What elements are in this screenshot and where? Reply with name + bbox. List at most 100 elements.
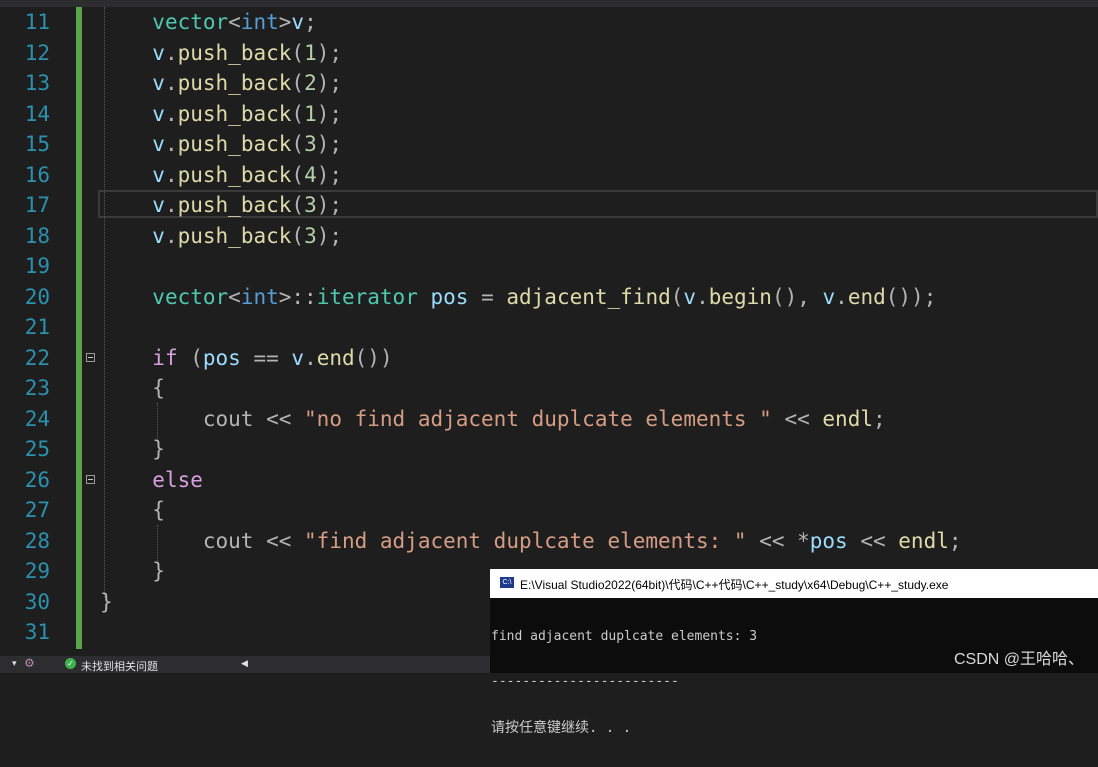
code-token: ; — [948, 528, 962, 553]
line-number: 29 — [24, 559, 50, 583]
code-token: push_back — [177, 71, 292, 95]
code-token: push_back — [177, 162, 292, 187]
code-token: vector — [152, 10, 229, 34]
console-app-icon: C:\ — [500, 577, 514, 588]
code-token: 1 — [304, 40, 317, 65]
code-token: } — [100, 589, 113, 614]
code-line[interactable]: 24 cout << "no find adjacent duplcate el… — [0, 404, 1098, 435]
scroll-left-icon[interactable]: ◀ — [241, 658, 248, 669]
code-text: v.push_back(3); — [127, 129, 342, 159]
code-token: v — [152, 40, 165, 65]
code-line[interactable]: 13 v.push_back(2); — [0, 68, 1098, 99]
console-output-line: find adjacent duplcate elements: 3 — [491, 629, 758, 644]
code-text: cout << "no find adjacent duplcate eleme… — [127, 404, 886, 434]
code-token: else — [152, 467, 203, 492]
code-token: "no find adjacent duplcate elements " — [304, 406, 772, 431]
code-line[interactable]: 26 else — [0, 465, 1098, 496]
code-token: . — [164, 193, 178, 217]
dropdown-arrow-icon[interactable]: ▾ — [12, 658, 17, 669]
code-line[interactable]: 16 v.push_back(4); — [0, 160, 1098, 191]
code-line[interactable]: 18 v.push_back(3); — [0, 221, 1098, 252]
code-token: int — [240, 10, 279, 34]
code-token: v — [152, 162, 165, 187]
code-token: if — [152, 345, 178, 370]
code-token: == — [240, 345, 292, 370]
console-output-line: 请按任意键继续. . . — [491, 720, 632, 736]
code-text: v.push_back(4); — [127, 160, 342, 190]
code-token: . — [164, 162, 178, 187]
code-text: cout << "find adjacent duplcate elements… — [127, 526, 962, 556]
code-token: ( — [291, 132, 305, 156]
code-token: . — [164, 40, 178, 65]
console-window[interactable]: C:\ E:\Visual Studio2022(64bit)\代码\C++代码… — [490, 569, 1098, 736]
code-line[interactable]: 21 — [0, 312, 1098, 343]
code-line[interactable]: 12 v.push_back(1); — [0, 38, 1098, 69]
code-token: ()); — [885, 284, 937, 309]
console-title: E:\Visual Studio2022(64bit)\代码\C++代码\C++… — [520, 578, 949, 592]
code-text: if (pos == v.end()) — [127, 343, 392, 373]
code-line[interactable]: 11 vector<int>v; — [0, 7, 1098, 38]
code-line[interactable]: 15 v.push_back(3); — [0, 129, 1098, 160]
code-line[interactable]: 22 if (pos == v.end()) — [0, 343, 1098, 374]
console-titlebar[interactable]: C:\ E:\Visual Studio2022(64bit)\代码\C++代码… — [490, 569, 1098, 598]
code-token: v — [152, 223, 165, 248]
code-text: v.push_back(2); — [127, 68, 342, 98]
code-token: v — [152, 101, 165, 126]
code-token: ( — [291, 71, 305, 95]
code-token: ( — [291, 101, 305, 126]
code-text: } — [127, 556, 165, 586]
watermark: CSDN @王哈哈、 — [953, 651, 1084, 668]
code-text: v.push_back(3); — [127, 221, 342, 251]
code-token: 2 — [304, 71, 317, 95]
line-number: 21 — [24, 315, 50, 339]
line-number: 18 — [24, 223, 50, 248]
code-text: vector<int>::iterator pos = adjacent_fin… — [127, 282, 936, 312]
code-token: 4 — [304, 162, 317, 187]
line-number: 30 — [24, 589, 50, 614]
copilot-icon[interactable]: ⚙ — [24, 656, 35, 670]
code-line[interactable]: 17 v.push_back(3); — [0, 190, 1098, 221]
line-number: 11 — [24, 10, 50, 34]
line-number: 22 — [24, 345, 50, 370]
code-token: iterator — [316, 284, 418, 309]
code-token: . — [164, 71, 178, 95]
line-number: 17 — [24, 193, 50, 217]
code-token: ); — [316, 162, 343, 187]
line-number: 28 — [24, 528, 50, 553]
code-token: ); — [316, 132, 343, 156]
line-number: 16 — [24, 162, 50, 187]
code-token: << * — [746, 528, 810, 553]
code-token: ( — [291, 193, 305, 217]
code-token: > — [278, 10, 292, 34]
code-text: v.push_back(1); — [127, 38, 342, 68]
code-text: v.push_back(1); — [127, 99, 342, 129]
code-line[interactable]: 23 { — [0, 373, 1098, 404]
code-line[interactable]: 25 } — [0, 434, 1098, 465]
code-line[interactable]: 14 v.push_back(1); — [0, 99, 1098, 130]
code-token: { — [152, 498, 165, 522]
code-token: ( — [670, 284, 684, 309]
code-token: << — [847, 528, 899, 553]
line-number: 27 — [24, 498, 50, 522]
code-token: begin — [708, 284, 772, 309]
code-token: < — [228, 284, 241, 309]
code-token: ; — [304, 10, 317, 34]
code-token: ); — [316, 71, 343, 95]
code-token: . — [304, 345, 317, 370]
code-text: } — [127, 434, 165, 464]
code-editor[interactable]: 11 vector<int>v; 12 v.push_back(1); 13 v.p… — [0, 7, 1098, 656]
code-token: ( — [291, 162, 305, 187]
code-token: "find adjacent duplcate elements: " — [304, 528, 747, 553]
issues-status[interactable]: 未找到相关问题 — [81, 658, 158, 674]
code-token: ); — [316, 193, 343, 217]
code-token: = — [468, 284, 507, 309]
code-token: 3 — [304, 193, 317, 217]
code-line[interactable]: 19 — [0, 251, 1098, 282]
top-tab-strip — [0, 0, 1098, 7]
code-line[interactable]: 27 { — [0, 495, 1098, 526]
code-token: end — [847, 284, 886, 309]
code-line[interactable]: 28 cout << "find adjacent duplcate eleme… — [0, 526, 1098, 557]
code-line[interactable]: 20 vector<int>::iterator pos = adjacent_… — [0, 282, 1098, 313]
code-token: push_back — [177, 132, 292, 156]
